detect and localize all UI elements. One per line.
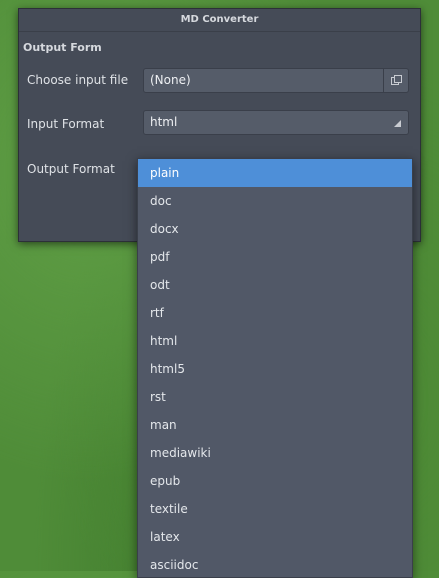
dropdown-option[interactable]: html xyxy=(138,327,412,355)
dropdown-option[interactable]: asciidoc xyxy=(138,551,412,577)
dropdown-option[interactable]: latex xyxy=(138,523,412,551)
dropdown-option[interactable]: odt xyxy=(138,271,412,299)
dropdown-option[interactable]: html5 xyxy=(138,355,412,383)
input-file-chooser[interactable]: (None) xyxy=(143,68,409,93)
input-format-select[interactable]: html xyxy=(143,110,409,135)
dropdown-option[interactable]: epub xyxy=(138,467,412,495)
file-chooser-button[interactable] xyxy=(383,69,408,92)
input-file-label: Choose input file xyxy=(27,73,129,87)
input-file-value: (None) xyxy=(150,73,191,87)
dropdown-arrow-icon xyxy=(394,120,401,127)
dropdown-option[interactable]: doc xyxy=(138,187,412,215)
dropdown-option[interactable]: man xyxy=(138,411,412,439)
input-format-label: Input Format xyxy=(27,117,105,131)
input-format-value: html xyxy=(150,115,178,129)
dropdown-option[interactable]: rtf xyxy=(138,299,412,327)
window-title[interactable]: MD Converter xyxy=(19,9,420,32)
output-format-dropdown-list[interactable]: plain doc docx pdf odt rtf html html5 rs… xyxy=(137,158,413,578)
dropdown-option[interactable]: rst xyxy=(138,383,412,411)
dropdown-option[interactable]: docx xyxy=(138,215,412,243)
dropdown-option[interactable]: mediawiki xyxy=(138,439,412,467)
dropdown-option[interactable]: textile xyxy=(138,495,412,523)
file-chooser-icon xyxy=(390,75,402,86)
dropdown-option[interactable]: pdf xyxy=(138,243,412,271)
section-label-output-form: Output Form xyxy=(23,41,102,54)
dropdown-option[interactable]: plain xyxy=(138,159,412,187)
output-format-label: Output Format xyxy=(27,162,115,176)
